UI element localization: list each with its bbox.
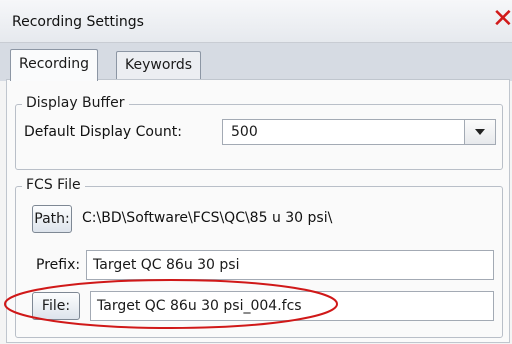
dropdown-button[interactable]	[464, 120, 495, 144]
file-input[interactable]: Target QC 86u 30 psi_004.fcs	[90, 291, 494, 321]
recording-settings-window: Recording Settings ✕ Recording Keywords …	[0, 0, 512, 344]
display-buffer-legend: Display Buffer	[22, 95, 129, 111]
tab-content: Display Buffer Default Display Count: 50…	[6, 79, 510, 343]
close-icon[interactable]: ✕	[492, 6, 512, 32]
path-value: C:\BD\Software\FCS\QC\85 u 30 psi\	[82, 210, 333, 226]
tab-recording[interactable]: Recording	[10, 49, 99, 81]
file-button[interactable]: File:	[32, 292, 80, 320]
default-display-count-label: Default Display Count:	[24, 124, 182, 140]
file-input-value: Target QC 86u 30 psi_004.fcs	[97, 298, 302, 314]
fcs-file-group: FCS File Path: C:\BD\Software\FCS\QC\85 …	[15, 177, 503, 338]
tab-strip: Recording Keywords	[0, 42, 512, 81]
tab-keywords[interactable]: Keywords	[116, 51, 202, 79]
prefix-label: Prefix:	[36, 257, 81, 273]
path-button[interactable]: Path:	[32, 205, 72, 233]
default-display-count-select[interactable]: 500	[222, 119, 496, 145]
fcs-file-legend: FCS File	[22, 177, 85, 193]
title-bar: Recording Settings ✕	[0, 0, 512, 42]
prefix-input-value: Target QC 86u 30 psi	[93, 257, 240, 273]
chevron-down-icon	[475, 129, 485, 135]
window-title: Recording Settings	[12, 14, 144, 30]
prefix-input[interactable]: Target QC 86u 30 psi	[86, 250, 494, 280]
default-display-count-value: 500	[231, 124, 258, 140]
display-buffer-group: Display Buffer Default Display Count: 50…	[15, 95, 503, 170]
